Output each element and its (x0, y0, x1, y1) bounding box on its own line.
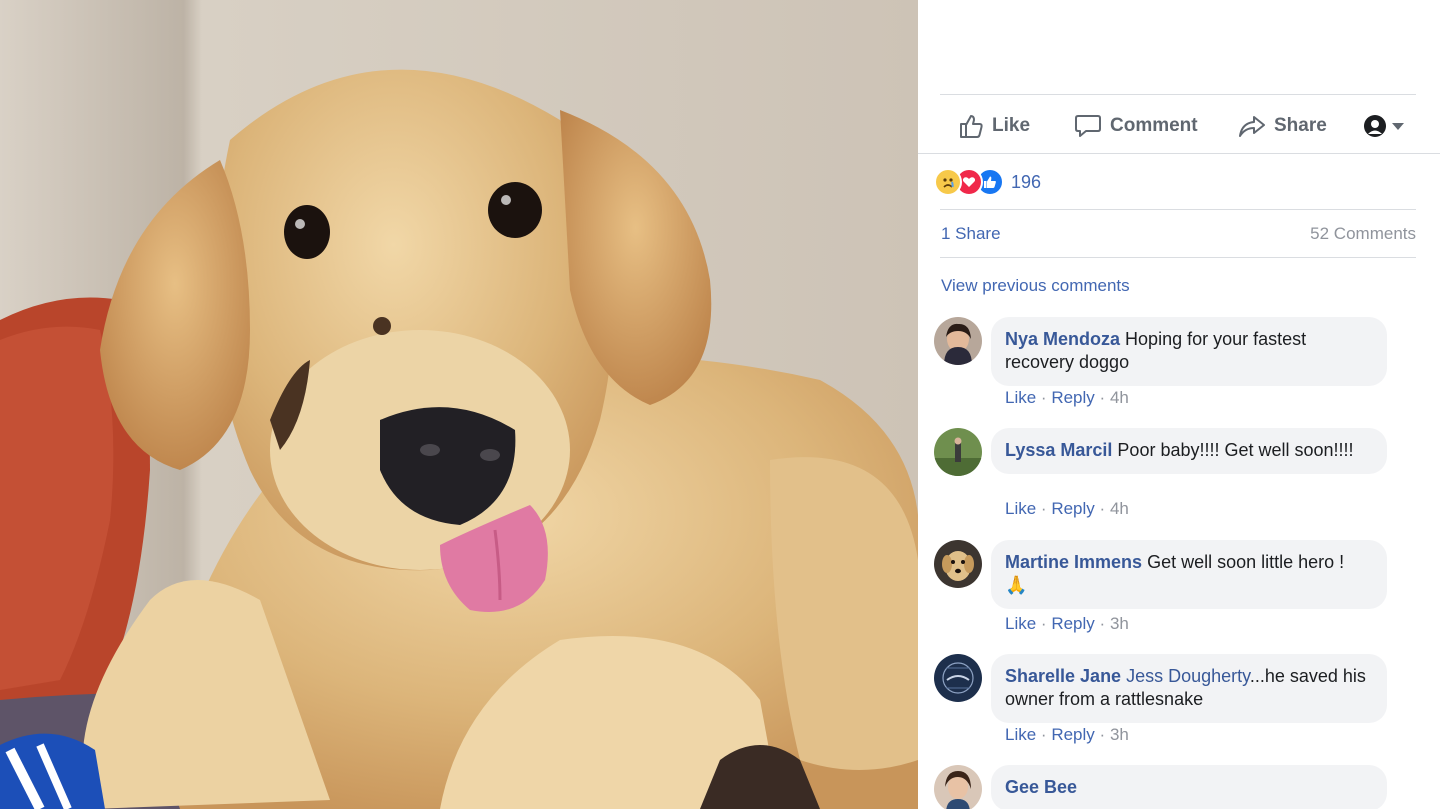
comment-actions: Like · Reply · 4h (1005, 499, 1129, 519)
avatar[interactable] (934, 654, 982, 702)
comment-item: Martine Immens Get well soon little hero… (934, 540, 1434, 640)
comment-reply-link[interactable]: Reply (1051, 499, 1094, 518)
divider (940, 209, 1416, 210)
view-previous-comments-link[interactable]: View previous comments (941, 276, 1130, 296)
comment-timestamp[interactable]: 4h (1110, 499, 1129, 518)
comment-author-link[interactable]: Martine Immens (1005, 552, 1142, 572)
separator: · (1040, 388, 1047, 407)
comment-like-link[interactable]: Like (1005, 388, 1036, 407)
avatar[interactable] (934, 540, 982, 588)
profile-avatar-dropdown-icon (1364, 115, 1404, 137)
like-button[interactable]: Like (958, 111, 1030, 141)
share-icon (1239, 116, 1265, 137)
avatar[interactable] (934, 765, 982, 809)
comment-button[interactable]: Comment (1074, 111, 1198, 141)
comment-item: Gee Bee (934, 765, 1434, 809)
sad-reaction-icon (934, 168, 962, 196)
separator: · (1040, 499, 1047, 518)
folded-hands-emoji: 🙏 (1005, 575, 1028, 595)
reactions-summary[interactable]: 196 (934, 168, 1041, 196)
separator: · (1099, 614, 1106, 633)
comment-bubble: Nya Mendoza Hoping for your fastest reco… (991, 317, 1387, 386)
comment-actions: Like · Reply · 3h (1005, 725, 1129, 745)
comments-panel: Like Comment Share 196 1 Share 52 Commen… (918, 0, 1440, 809)
share-button[interactable]: Share (1238, 111, 1327, 141)
comment-like-link[interactable]: Like (1005, 499, 1036, 518)
comment-item: Nya Mendoza Hoping for your fastest reco… (934, 317, 1434, 417)
separator: · (1099, 725, 1106, 744)
comment-reply-link[interactable]: Reply (1051, 388, 1094, 407)
comment-actions: Like · Reply · 4h (1005, 388, 1129, 408)
comment-reply-link[interactable]: Reply (1051, 725, 1094, 744)
divider (940, 257, 1416, 258)
comment-author-link[interactable]: Sharelle Jane (1005, 666, 1121, 686)
avatar[interactable] (934, 317, 982, 365)
comment-timestamp[interactable]: 4h (1110, 388, 1129, 407)
like-label: Like (992, 115, 1031, 136)
tagged-user-link[interactable]: Jess Dougherty (1126, 666, 1250, 686)
comment-author-link[interactable]: Gee Bee (1005, 777, 1077, 797)
separator: · (1099, 499, 1106, 518)
comment-text: Get well soon little hero ! (1147, 552, 1345, 572)
comments-count-link[interactable]: 52 Comments (1310, 224, 1416, 244)
separator: · (1099, 388, 1106, 407)
comment-bubble: Sharelle Jane Jess Dougherty...he saved … (991, 654, 1387, 723)
comment-label: Comment (1110, 115, 1198, 136)
comment-text: Poor baby!!!! Get well soon!!!! (1117, 440, 1354, 460)
avatar[interactable] (934, 428, 982, 476)
reaction-count: 196 (1011, 171, 1042, 192)
thumbs-up-icon (960, 115, 983, 138)
post-as-selector[interactable] (1362, 111, 1416, 141)
separator: · (1040, 725, 1047, 744)
comment-timestamp[interactable]: 3h (1110, 614, 1129, 633)
comment-item: Sharelle Jane Jess Dougherty...he saved … (934, 654, 1434, 754)
puppy-photo (0, 0, 918, 809)
comment-author-link[interactable]: Lyssa Marcil (1005, 440, 1112, 460)
comment-reply-link[interactable]: Reply (1051, 614, 1094, 633)
separator: · (1040, 614, 1047, 633)
comment-timestamp[interactable]: 3h (1110, 725, 1129, 744)
comment-item: Lyssa Marcil Poor baby!!!! Get well soon… (934, 428, 1434, 528)
comment-bubble: Lyssa Marcil Poor baby!!!! Get well soon… (991, 428, 1387, 474)
shares-count-link[interactable]: 1 Share (941, 224, 1001, 244)
share-label: Share (1274, 115, 1327, 136)
comment-bubble: Gee Bee (991, 765, 1387, 809)
comment-like-link[interactable]: Like (1005, 725, 1036, 744)
comment-actions: Like · Reply · 3h (1005, 614, 1129, 634)
divider (918, 153, 1440, 154)
comment-like-link[interactable]: Like (1005, 614, 1036, 633)
comment-bubble: Martine Immens Get well soon little hero… (991, 540, 1387, 609)
comment-author-link[interactable]: Nya Mendoza (1005, 329, 1120, 349)
post-action-bar: Like Comment Share (940, 94, 1416, 155)
comment-icon (1075, 115, 1101, 137)
post-photo[interactable] (0, 0, 918, 809)
